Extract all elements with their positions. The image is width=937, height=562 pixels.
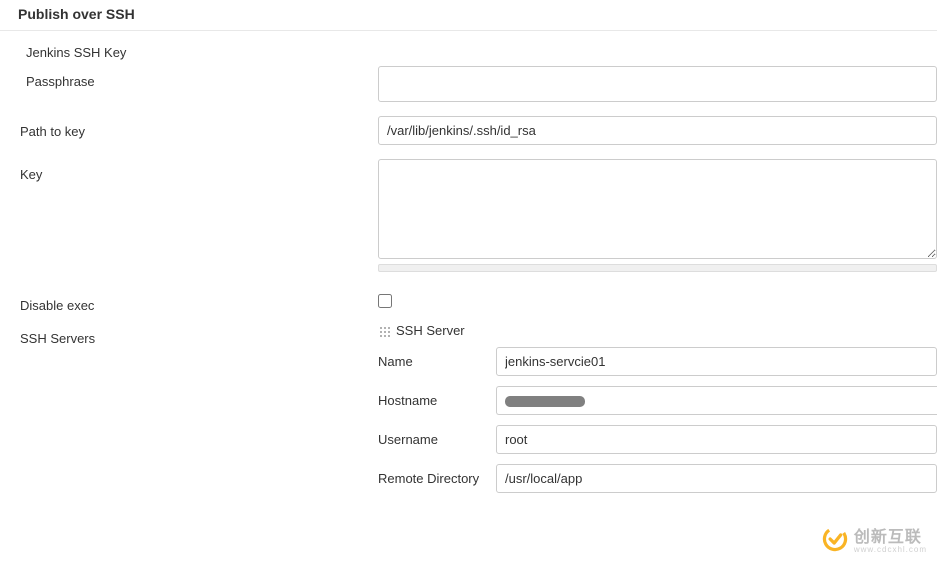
- watermark: 创新互联 www.cdcxhl.com: [822, 523, 927, 554]
- drag-handle-icon[interactable]: [378, 325, 390, 337]
- disable-exec-label: Disable exec: [20, 290, 378, 313]
- section-title: Publish over SSH: [0, 0, 937, 30]
- server-name-label: Name: [378, 354, 496, 369]
- server-remote-dir-label: Remote Directory: [378, 471, 496, 486]
- server-username-input[interactable]: [496, 425, 937, 454]
- server-hostname-label: Hostname: [378, 393, 496, 408]
- server-username-label: Username: [378, 432, 496, 447]
- path-to-key-label: Path to key: [20, 116, 378, 139]
- redacted-value: [505, 396, 585, 407]
- watermark-logo-icon: [822, 526, 848, 552]
- passphrase-input[interactable]: [378, 66, 937, 102]
- server-remote-dir-input[interactable]: [496, 464, 937, 493]
- key-textarea[interactable]: [378, 159, 937, 259]
- server-hostname-input[interactable]: [496, 386, 937, 415]
- passphrase-label: Passphrase: [20, 66, 378, 89]
- server-name-input[interactable]: [496, 347, 937, 376]
- scroll-track[interactable]: [378, 264, 937, 272]
- disable-exec-checkbox[interactable]: [378, 294, 392, 308]
- jenkins-ssh-key-heading: Jenkins SSH Key: [20, 37, 378, 60]
- ssh-servers-label: SSH Servers: [20, 323, 378, 346]
- watermark-subtext: www.cdcxhl.com: [854, 545, 927, 554]
- ssh-server-heading: SSH Server: [396, 323, 465, 338]
- path-to-key-input[interactable]: [378, 116, 937, 145]
- watermark-text: 创新互联: [854, 523, 927, 547]
- key-label: Key: [20, 159, 378, 182]
